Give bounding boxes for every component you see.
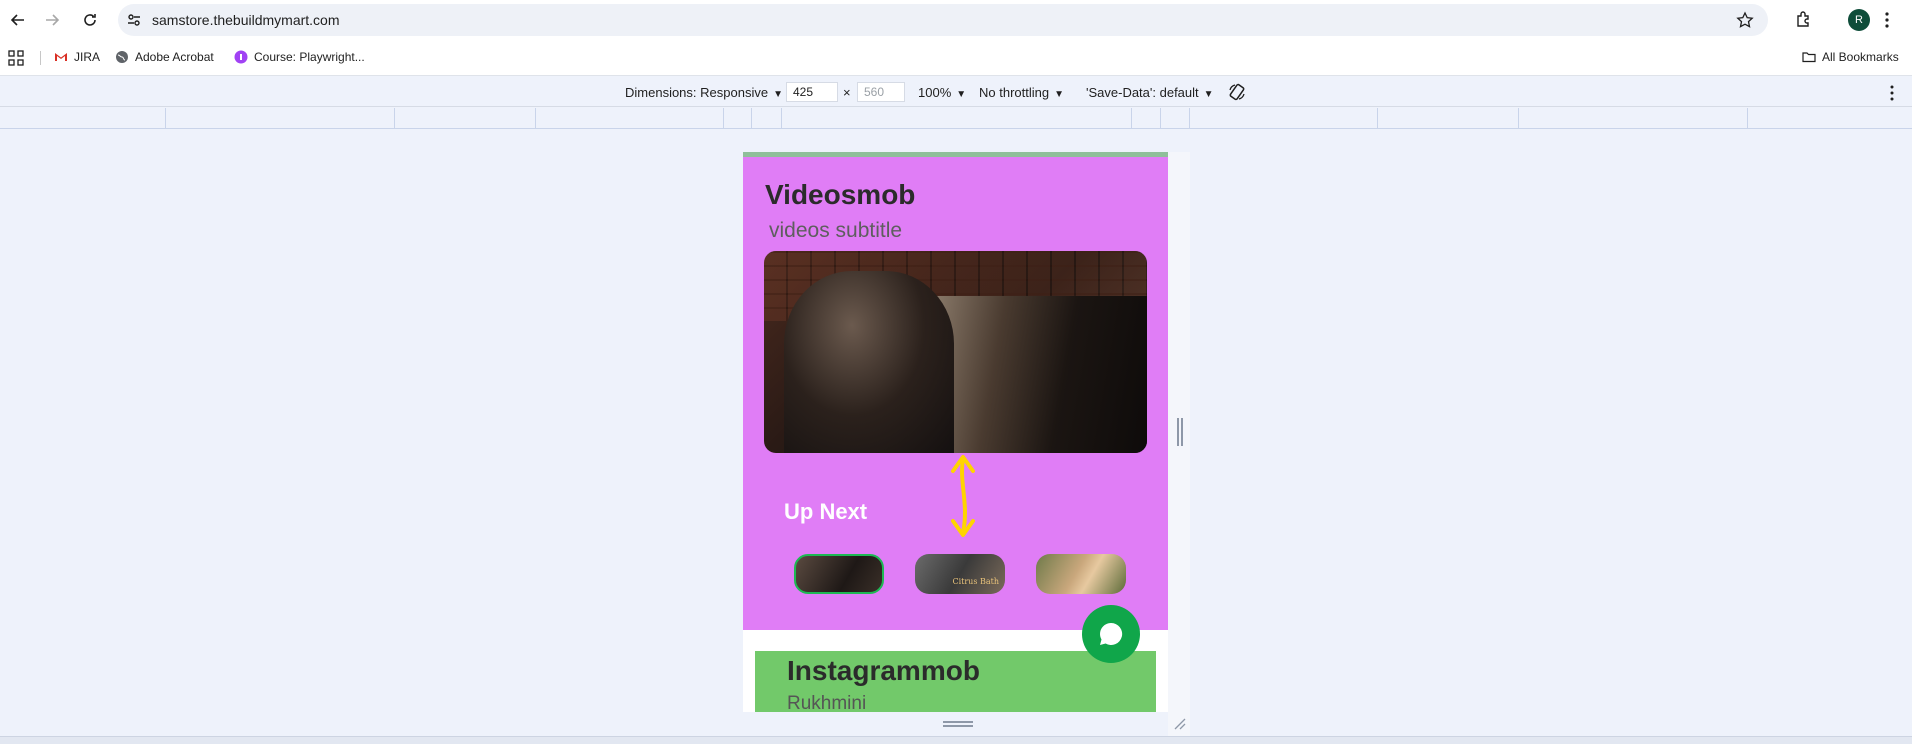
browser-toolbar: samstore.thebuildmymart.com R — [0, 0, 1912, 40]
zoom-dropdown[interactable]: 100% ▼ — [918, 85, 966, 100]
bookmark-jira[interactable]: JIRA — [54, 50, 100, 64]
ruler-segment[interactable] — [1747, 108, 1748, 128]
up-next-thumbnail-1[interactable] — [794, 554, 884, 594]
arrow-left-icon — [10, 14, 24, 26]
up-next-thumbnail-2[interactable]: Citrus Bath — [915, 554, 1005, 594]
chat-bubble-icon — [1100, 622, 1123, 645]
ruler-segment[interactable] — [751, 108, 752, 128]
browser-menu-icon[interactable] — [1884, 11, 1890, 29]
save-data-label: 'Save-Data': default — [1086, 85, 1199, 100]
all-bookmarks-button[interactable]: All Bookmarks — [1802, 50, 1899, 64]
viewport-resize-handle-right[interactable] — [1177, 418, 1183, 446]
resize-corner-icon[interactable] — [1172, 716, 1186, 730]
bookmarks-divider — [40, 51, 41, 65]
viewport-resize-handle-bottom[interactable] — [943, 721, 973, 727]
media-query-ruler — [0, 108, 1912, 129]
profile-avatar[interactable]: R — [1848, 9, 1870, 31]
folder-icon — [1802, 52, 1816, 63]
ruler-segment[interactable] — [1518, 108, 1519, 128]
width-input[interactable]: 425 — [786, 82, 838, 102]
ruler-segment[interactable] — [1377, 108, 1378, 128]
video-scene-clothes — [934, 296, 1147, 453]
rotate-icon[interactable] — [1227, 82, 1247, 102]
reload-button[interactable] — [78, 8, 102, 32]
caret-down-icon: ▼ — [956, 89, 967, 100]
dimensions-label: Dimensions: Responsive — [625, 85, 769, 100]
bookmark-label: Course: Playwright... — [254, 50, 365, 64]
gmail-icon — [55, 53, 67, 61]
ruler-segment[interactable] — [1131, 108, 1132, 128]
bookmark-label: JIRA — [74, 50, 101, 64]
ruler-segment[interactable] — [781, 108, 782, 128]
bookmark-star-icon[interactable] — [1736, 11, 1754, 29]
double-arrow-icon — [951, 455, 975, 537]
course-icon — [234, 50, 248, 64]
back-button[interactable] — [6, 8, 30, 32]
up-next-thumbnail-3[interactable] — [1036, 554, 1126, 594]
bookmarks-bar: JIRA Adobe Acrobat Course: Playwright...… — [0, 40, 1912, 76]
video-player[interactable] — [764, 251, 1147, 453]
globe-icon — [116, 51, 128, 63]
videos-section: Videosmob videos subtitle Up Next Citrus… — [743, 157, 1168, 630]
apps-grid-icon[interactable] — [8, 50, 24, 66]
caret-down-icon: ▼ — [1203, 89, 1214, 100]
videos-subtitle: videos subtitle — [769, 219, 903, 242]
devtools-status-strip — [0, 736, 1912, 744]
instagram-subtitle: Rukhmini — [787, 693, 867, 712]
all-bookmarks-label: All Bookmarks — [1822, 50, 1899, 64]
url-text[interactable]: samstore.thebuildmymart.com — [152, 12, 340, 28]
device-viewport: Videosmob videos subtitle Up Next Citrus… — [743, 152, 1168, 712]
bookmark-label: Adobe Acrobat — [135, 50, 214, 64]
reload-icon — [84, 14, 96, 26]
ruler-segment[interactable] — [1189, 108, 1190, 128]
ruler-segment[interactable] — [394, 108, 395, 128]
thumbnail-caption: Citrus Bath — [952, 577, 999, 586]
device-toolbar-menu-icon[interactable] — [1889, 84, 1895, 102]
ruler-segment[interactable] — [1160, 108, 1161, 128]
bookmark-course-playwright[interactable]: Course: Playwright... — [234, 50, 365, 64]
height-input[interactable]: 560 — [857, 82, 905, 102]
caret-down-icon: ▼ — [773, 89, 783, 100]
dimensions-dropdown[interactable]: Dimensions: Responsive ▼ — [625, 85, 783, 100]
save-data-dropdown[interactable]: 'Save-Data': default ▼ — [1086, 85, 1214, 100]
ruler-segment[interactable] — [165, 108, 166, 128]
forward-button[interactable] — [40, 8, 64, 32]
zoom-label: 100% — [918, 85, 952, 100]
site-settings-icon[interactable] — [126, 12, 142, 28]
throttling-dropdown[interactable]: No throttling ▼ — [979, 85, 1064, 100]
videos-title: Videosmob — [765, 179, 916, 210]
extensions-icon[interactable] — [1795, 10, 1813, 28]
ruler-segment[interactable] — [723, 108, 724, 128]
arrow-right-icon — [46, 14, 60, 26]
video-scene-person — [784, 271, 954, 453]
throttling-label: No throttling — [979, 85, 1050, 100]
chat-button[interactable] — [1082, 605, 1140, 663]
up-next-heading: Up Next — [784, 499, 868, 524]
times-symbol: × — [843, 85, 851, 100]
instagram-title: Instagrammob — [787, 655, 980, 686]
device-toolbar: Dimensions: Responsive ▼ 425 × 560 100% ▼ … — [0, 77, 1912, 107]
ruler-segment[interactable] — [535, 108, 536, 128]
caret-down-icon: ▼ — [1054, 89, 1064, 100]
address-bar[interactable]: samstore.thebuildmymart.com — [118, 4, 1768, 36]
instagram-section: Instagrammob Rukhmini — [755, 651, 1156, 712]
bookmark-adobe-acrobat[interactable]: Adobe Acrobat — [115, 50, 214, 64]
